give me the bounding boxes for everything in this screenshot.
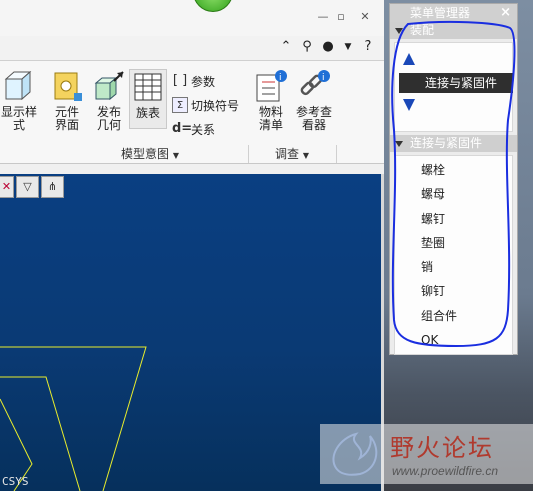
collapse-triangle-icon (395, 28, 403, 34)
menu-item-pin[interactable]: 销 (395, 255, 512, 279)
publish-geometry-label: 发布 几何 (96, 105, 121, 132)
reference-viewer-button[interactable]: i 参考查 看器 (292, 69, 336, 132)
scroll-down-arrow-icon[interactable] (403, 99, 415, 111)
minimize-icon[interactable]: — (316, 11, 330, 23)
publish-geometry-icon (92, 69, 126, 103)
watermark-url: www.proewildfire.cn (392, 464, 499, 478)
group-separator (336, 145, 337, 163)
reference-viewer-label: 参考查 看器 (295, 105, 332, 132)
help-cap-icon[interactable]: ● (320, 39, 336, 55)
relations-icon: d= (172, 121, 193, 136)
group-separator (248, 145, 249, 163)
menu-item-connections-fasteners[interactable]: 连接与紧固件 (399, 73, 513, 93)
menu-item-ok[interactable]: OK (395, 328, 512, 352)
chevron-down-icon: ▼ (172, 151, 179, 160)
scroll-up-arrow-icon[interactable] (403, 53, 415, 65)
title-bar: — ▫ ✕ (0, 0, 384, 36)
svg-text:i: i (279, 73, 282, 83)
watermark-title: 野火论坛 (390, 434, 494, 462)
search-icon[interactable]: ⚲ (299, 39, 315, 55)
menu-item-assembly[interactable]: 组合件 (395, 304, 512, 328)
svg-text:i: i (322, 73, 325, 83)
watermark: 野火论坛 www.proewildfire.cn (320, 424, 533, 484)
menu-manager: 菜单管理器 × 装配 连接与紧固件 连接与紧固件 螺栓 螺母 螺钉 垫圈 销 铆… (389, 3, 518, 355)
section-assembly-body: 连接与紧固件 (394, 42, 513, 132)
component-interface-label: 元件 界面 (54, 105, 79, 132)
display-style-label: 显示样 式 (0, 105, 37, 132)
display-style-button[interactable]: 显示样 式 (0, 69, 42, 132)
collapse-triangle-icon (395, 141, 403, 147)
close-icon[interactable]: ✕ (358, 11, 372, 23)
table-icon (131, 70, 165, 104)
help-icon[interactable]: ? (360, 39, 376, 55)
chevron-down-icon: ▼ (302, 151, 309, 160)
braces-icon: [ ] (172, 73, 188, 88)
menu-manager-title-bar: 菜单管理器 × (390, 4, 517, 22)
relations-button[interactable]: d= 关系 (172, 119, 215, 139)
quick-access-bar: ⌃ ⚲ ● ▼ ? (0, 37, 384, 59)
section-assembly-header[interactable]: 装配 (390, 22, 517, 39)
menu-item-rivet[interactable]: 铆钉 (395, 279, 512, 303)
ribbon: 显示样 式 元件 界面 发布 几何 族表 [] 参数 Σ 切换符号 d= 关系… (0, 60, 384, 164)
group-investigate-label: 调查 (275, 147, 300, 161)
menu-manager-title: 菜单管理器 (410, 6, 471, 20)
group-investigate[interactable]: 调查 ▼ (250, 145, 334, 163)
menu-item-screw[interactable]: 螺钉 (395, 207, 512, 231)
menu-item-bolt[interactable]: 螺栓 (395, 158, 512, 182)
switch-symbol-icon: Σ (172, 97, 188, 113)
menu-item-nut[interactable]: 螺母 (395, 182, 512, 206)
restore-icon[interactable]: ▫ (334, 11, 348, 23)
parameters-button[interactable]: [ ] 参数 (172, 71, 215, 91)
section-fasteners-header[interactable]: 连接与紧固件 (390, 135, 517, 152)
app-orb-icon[interactable] (193, 0, 233, 12)
bom-label: 物料 清单 (258, 105, 283, 132)
switch-symbols-button[interactable]: Σ 切换符号 (172, 95, 239, 115)
switch-symbols-label: 切换符号 (191, 98, 240, 113)
flame-logo-icon (332, 432, 378, 476)
csys-label: CSYS (2, 475, 29, 488)
family-table-label: 族表 (135, 106, 160, 120)
puzzle-icon (50, 69, 84, 103)
section-fasteners-label: 连接与紧固件 (410, 136, 483, 150)
cube-icon (2, 69, 36, 103)
section-assembly-label: 装配 (410, 23, 435, 37)
collapse-ribbon-icon[interactable]: ⌃ (278, 39, 294, 55)
group-model-intent-label: 模型意图 (121, 147, 170, 161)
fasteners-list: 螺栓 螺母 螺钉 垫圈 销 铆钉 组合件 OK (394, 155, 513, 355)
bom-button[interactable]: i 物料 清单 (252, 69, 290, 132)
relations-label: 关系 (191, 122, 216, 137)
component-interface-button[interactable]: 元件 界面 (48, 69, 86, 132)
chain-link-icon: i (297, 69, 331, 103)
dropdown-icon[interactable]: ▼ (340, 39, 356, 55)
group-model-intent[interactable]: 模型意图 ▼ (80, 145, 220, 163)
menu-item-washer[interactable]: 垫圈 (395, 231, 512, 255)
bom-icon: i (254, 69, 288, 103)
graphics-toolbar-strip (0, 164, 384, 174)
parameters-label: 参数 (191, 74, 216, 89)
close-icon[interactable]: × (500, 4, 511, 22)
publish-geometry-button[interactable]: 发布 几何 (90, 69, 128, 132)
family-table-button[interactable]: 族表 (129, 69, 167, 129)
